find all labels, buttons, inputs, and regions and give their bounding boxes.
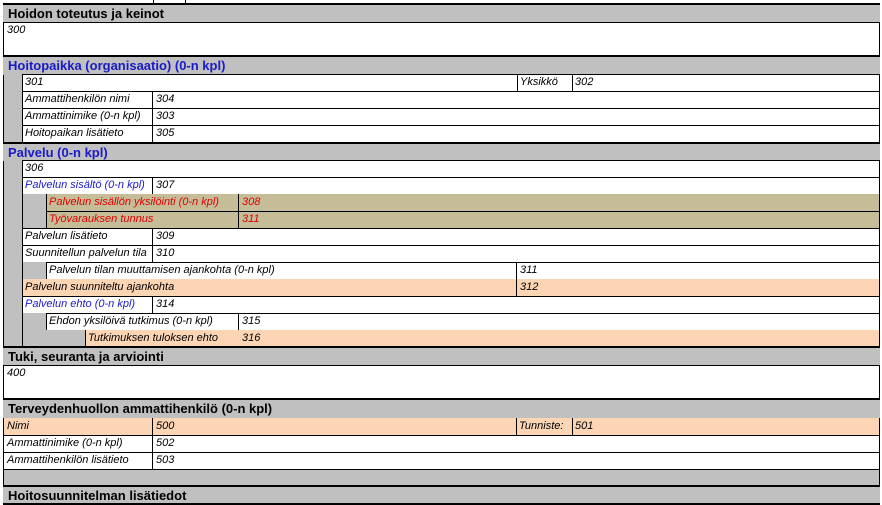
terveydenhuolto-row-code[interactable]: 502 <box>153 435 879 452</box>
palvelun-tila-code[interactable]: 310 <box>153 245 879 262</box>
section-hoidon-toteutus-code[interactable]: 300 <box>4 22 879 56</box>
tulos-label: Tutkimuksen tuloksen ehto <box>88 332 219 344</box>
section-hoidon-toteutus-header: Hoidon toteutus ja keinot <box>3 3 880 23</box>
tyovaraus-code[interactable]: 311 <box>239 211 879 228</box>
palvelun-sisalto-code[interactable]: 307 <box>153 177 879 194</box>
palvelu-indent <box>4 160 22 346</box>
palvelun-lisatieto-label: Palvelun lisätieto <box>25 230 108 242</box>
hoitopaikka-indent <box>4 74 22 142</box>
suunniteltu-label: Palvelun suunniteltu ajankohta <box>25 281 175 293</box>
palvelun-lisatieto-code[interactable]: 309 <box>153 228 879 245</box>
nimi-label: Nimi <box>7 420 29 432</box>
palvelun-tila-label: Suunnitellun palvelun tila <box>25 247 147 259</box>
sisalto-indent <box>23 194 46 228</box>
terveydenhuolto-row-label: Ammattinimike (0-n kpl) <box>7 437 123 449</box>
palvelun-sisalto-label: Palvelun sisältö (0-n kpl) <box>25 179 145 191</box>
hoitopaikka-row-label: Hoitopaikan lisätieto <box>25 127 124 139</box>
tunniste-code[interactable]: 501 <box>572 418 879 435</box>
tulos-code[interactable]: 316 <box>239 330 879 346</box>
yksikko-code[interactable]: 302 <box>572 74 879 91</box>
palvelun-ehto-label: Palvelun ehto (0-n kpl) <box>25 298 136 310</box>
section-tuki-code[interactable]: 400 <box>4 365 879 399</box>
yksilointi-label: Palvelun sisällön yksilöinti (0-n kpl) <box>49 196 219 208</box>
hoitopaikka-row-code[interactable]: 304 <box>153 91 879 108</box>
yksilointi-code[interactable]: 308 <box>239 194 879 211</box>
hoitopaikka-row-code[interactable]: 303 <box>153 108 879 125</box>
hoitopaikka-row-label: Ammattihenkilön nimi <box>25 93 130 105</box>
suunniteltu-code[interactable]: 312 <box>517 279 879 296</box>
hoitopaikka-row-code[interactable]: 305 <box>153 125 879 142</box>
tunniste-label: Tunniste: <box>519 420 564 432</box>
spacer-row <box>4 470 879 485</box>
tyovaraus-label: Työvarauksen tunnus <box>49 213 154 225</box>
tutkimus-indent <box>46 330 85 346</box>
ehto-tutkimus-label: Ehdon yksilöivä tutkimus (0-n kpl) <box>49 315 213 327</box>
tila-aika-label: Palvelun tilan muuttamisen ajankohta (0-… <box>49 264 275 276</box>
section-palvelu-header: Palvelu (0-n kpl) <box>3 142 880 161</box>
section-lisatiedot-header: Hoitosuunnitelman lisätiedot <box>3 485 880 505</box>
terveydenhuolto-row-code[interactable]: 503 <box>153 452 879 469</box>
section-tuki-header: Tuki, seuranta ja arviointi <box>3 346 880 366</box>
terveydenhuolto-row-label: Ammattihenkilön lisätieto <box>7 454 129 466</box>
hoitopaikka-code[interactable]: 301 <box>22 74 518 91</box>
ehto-indent <box>23 313 46 346</box>
nimi-code[interactable]: 500 <box>153 418 516 435</box>
palvelu-code[interactable]: 306 <box>22 160 879 177</box>
tila-aika-code[interactable]: 311 <box>517 262 879 279</box>
yksikko-label: Yksikkö <box>520 76 558 88</box>
hoitopaikka-row-label: Ammattinimike (0-n kpl) <box>25 110 141 122</box>
section-hoitopaikka-header: Hoitopaikka (organisaatio) (0-n kpl) <box>3 55 880 75</box>
ehto-tutkimus-code[interactable]: 315 <box>239 313 879 330</box>
section-terveydenhuolto-header: Terveydenhuollon ammattihenkilö (0-n kpl… <box>3 398 880 418</box>
palvelun-ehto-code[interactable]: 314 <box>153 296 879 313</box>
tila-indent <box>23 262 46 279</box>
